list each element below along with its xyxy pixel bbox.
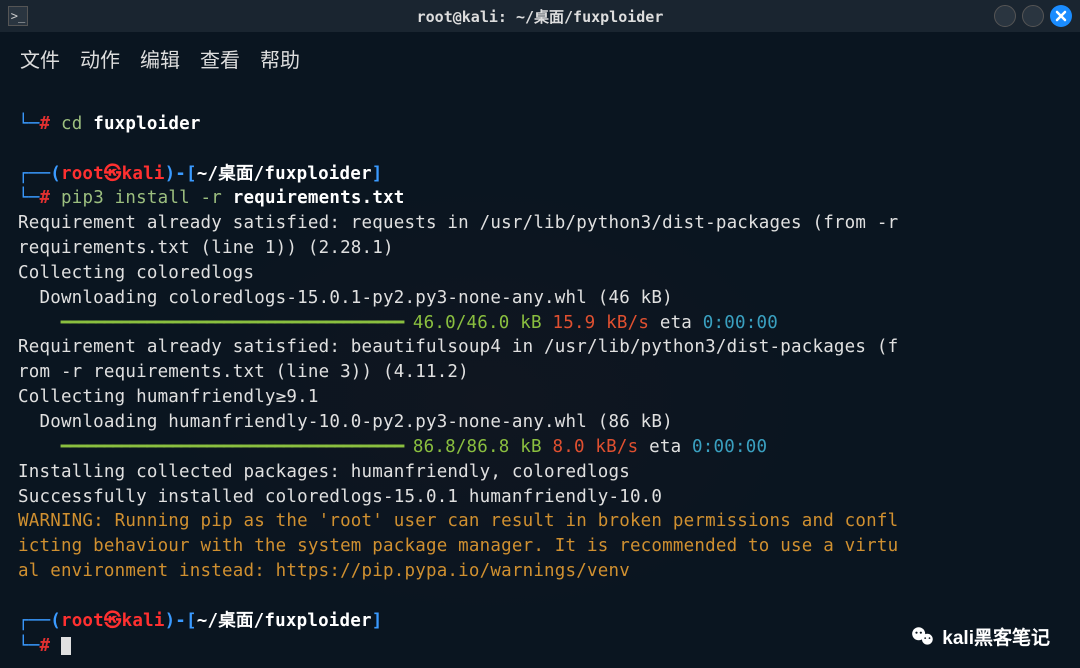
cmd-pip: pip3 install -r xyxy=(61,188,233,208)
prompt-host-2: kali xyxy=(122,611,165,631)
progress-bar-1: ━━━━━━━━━━━━━━━━━━━━━━━━━━━━━━━━━━━━━━━━ xyxy=(18,313,402,333)
cmd-cd-arg: fuxploider xyxy=(93,114,200,134)
prompt-path-2: ~/桌面/fuxploider xyxy=(197,611,372,631)
prompt-branch: ┌──( xyxy=(18,164,61,184)
skull-icon-2: ㉿ xyxy=(104,611,122,631)
menu-file[interactable]: 文件 xyxy=(20,44,60,73)
minimize-button[interactable] xyxy=(994,5,1016,27)
titlebar: >_ root@kali: ~/桌面/fuxploider xyxy=(0,0,1080,32)
download-speed-2: 8.0 kB/s xyxy=(552,437,638,457)
eta-value-2: 0:00:00 xyxy=(692,437,767,457)
wechat-icon xyxy=(910,624,936,650)
cmd-pip-arg: requirements.txt xyxy=(233,188,405,208)
prompt-hash: # xyxy=(39,114,50,134)
menu-actions[interactable]: 动作 xyxy=(80,44,120,73)
download-size-1: 46.0/46.0 kB xyxy=(413,313,542,333)
close-icon xyxy=(1054,9,1068,23)
prompt-user-2: root xyxy=(61,611,104,631)
menubar: 文件 动作 编辑 查看 帮助 xyxy=(0,32,1080,83)
out-success: Successfully installed coloredlogs-15.0.… xyxy=(18,487,662,507)
prompt-branch-2: ┌──( xyxy=(18,611,61,631)
cmd-cd: cd xyxy=(61,114,93,134)
watermark-text: kali黑客笔记 xyxy=(942,623,1050,650)
out-collecting-coloredlogs: Collecting coloredlogs xyxy=(18,263,254,283)
maximize-button[interactable] xyxy=(1022,5,1044,27)
cursor xyxy=(61,637,71,655)
out-downloading-coloredlogs: Downloading coloredlogs-15.0.1-py2.py3-n… xyxy=(18,288,673,308)
terminal-app-icon: >_ xyxy=(8,6,28,26)
prompt-hash-2: # xyxy=(39,188,50,208)
prompt-hash-3: # xyxy=(39,636,50,656)
progress-bar-2: ━━━━━━━━━━━━━━━━━━━━━━━━━━━━━━━━━━━━━━━━ xyxy=(18,437,402,457)
close-button[interactable] xyxy=(1050,5,1072,27)
download-size-2: 86.8/86.8 kB xyxy=(413,437,542,457)
out-downloading-humanfriendly: Downloading humanfriendly-10.0-py2.py3-n… xyxy=(18,412,673,432)
window-controls xyxy=(994,5,1072,27)
out-req-requests: Requirement already satisfied: requests … xyxy=(18,213,909,258)
prompt-path: ~/桌面/fuxploider xyxy=(197,164,372,184)
skull-icon: ㉿ xyxy=(104,164,122,184)
window-title: root@kali: ~/桌面/fuxploider xyxy=(417,6,664,27)
menu-edit[interactable]: 编辑 xyxy=(140,44,180,73)
eta-label-1: eta xyxy=(649,313,703,333)
out-collecting-humanfriendly: Collecting humanfriendly≥9.1 xyxy=(18,387,319,407)
terminal-output[interactable]: └─# cd fuxploider ┌──(root㉿kali)-[~/桌面/f… xyxy=(0,83,1080,662)
out-req-bs4: Requirement already satisfied: beautiful… xyxy=(18,337,898,382)
eta-label-2: eta xyxy=(638,437,692,457)
watermark: kali黑客笔记 xyxy=(910,623,1050,650)
prompt-user: root xyxy=(61,164,104,184)
branch-char: └─ xyxy=(18,114,39,134)
menu-view[interactable]: 查看 xyxy=(200,44,240,73)
menu-help[interactable]: 帮助 xyxy=(260,44,300,73)
out-installing: Installing collected packages: humanfrie… xyxy=(18,462,630,482)
prompt-host: kali xyxy=(122,164,165,184)
pip-warning: WARNING: Running pip as the 'root' user … xyxy=(18,511,898,581)
eta-value-1: 0:00:00 xyxy=(703,313,778,333)
download-speed-1: 15.9 kB/s xyxy=(552,313,649,333)
